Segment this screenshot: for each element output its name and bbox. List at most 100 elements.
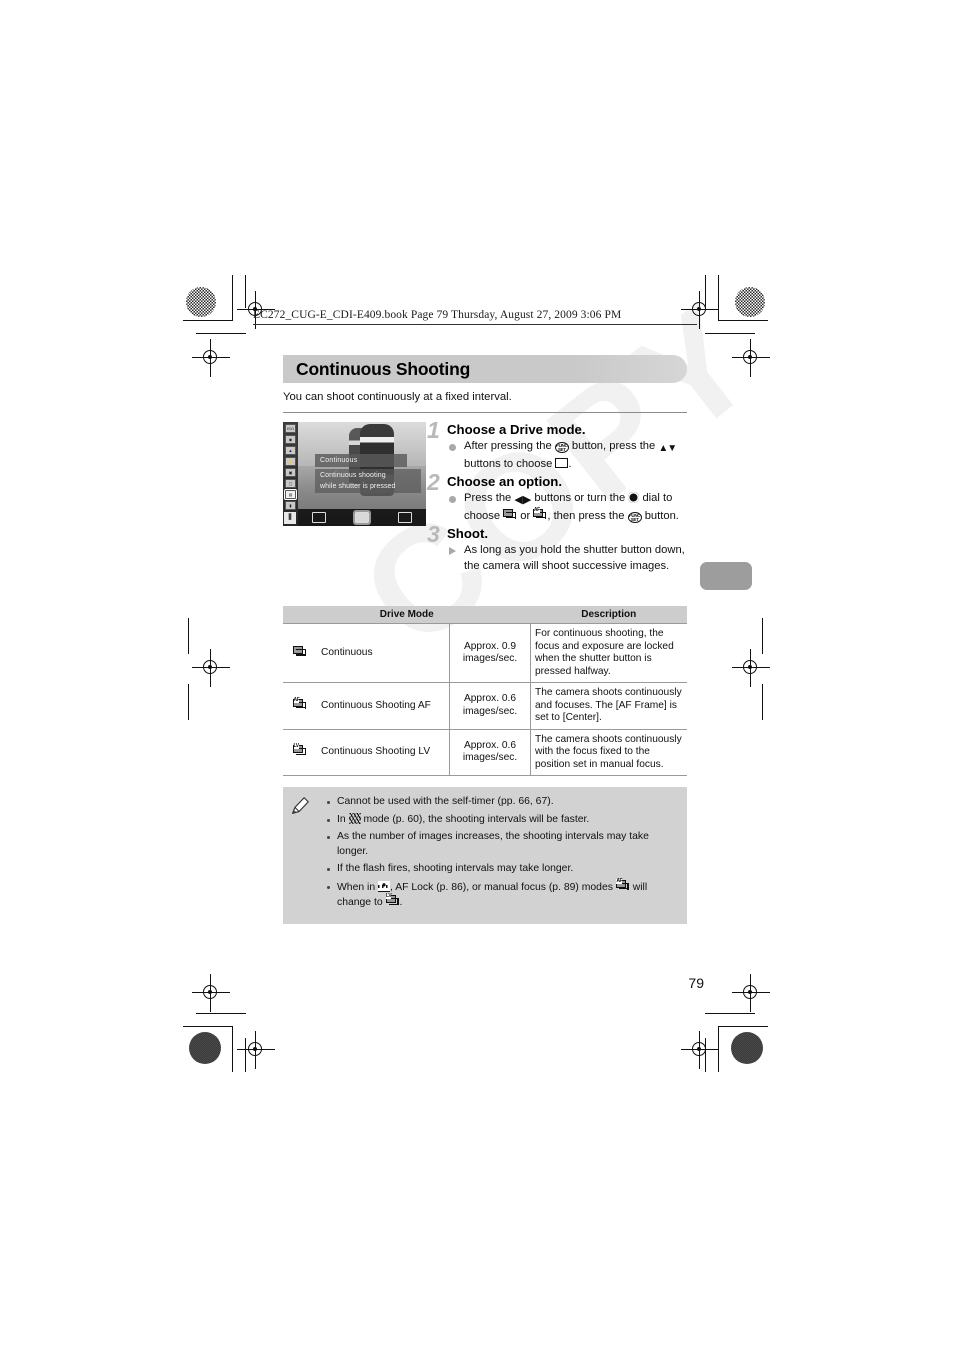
drive-mode-frame-icon bbox=[555, 457, 569, 468]
kids-and-pets-mode-icon bbox=[348, 812, 361, 824]
note-item: Cannot be used with the self-timer (pp. … bbox=[327, 795, 677, 810]
row-icon-cell bbox=[283, 623, 317, 683]
table-row: LV Continuous Shooting LV Approx. 0.6 im… bbox=[283, 729, 687, 776]
step-2-text-d: or bbox=[520, 509, 531, 522]
row-rate-line1: Approx. 0.6 bbox=[463, 739, 517, 751]
bullet-dot-icon bbox=[327, 801, 330, 804]
row-rate: Approx. 0.6 images/sec. bbox=[449, 729, 531, 776]
note-2-text-a: In bbox=[337, 813, 346, 825]
crop-mark bbox=[718, 1026, 720, 1072]
step-3-number: 3 bbox=[427, 521, 440, 547]
table-header-row: Drive Mode Description bbox=[283, 606, 687, 624]
registration-mark bbox=[732, 339, 770, 377]
row-icon-cell: AF bbox=[283, 682, 317, 730]
crop-mark bbox=[232, 275, 234, 321]
screen-option-title: Continuous bbox=[315, 454, 407, 467]
step-2-text-b: buttons or turn the bbox=[534, 492, 626, 504]
continuous-icon bbox=[293, 645, 307, 658]
control-dial-icon bbox=[628, 492, 640, 503]
notes-box: Cannot be used with the self-timer (pp. … bbox=[283, 787, 687, 924]
note-1-text: Cannot be used with the self-timer (pp. … bbox=[337, 796, 554, 807]
note-item: When in , AF Lock (p. 86), or manual foc… bbox=[327, 878, 677, 911]
bullet-dot-icon bbox=[449, 495, 456, 503]
screen-func-menu-sidebar: ISO ◉ ▲ ⚡ ▣ ▢ ▤ ▮ bbox=[283, 422, 298, 526]
screen-option-description-line2: while shutter is pressed bbox=[320, 483, 396, 490]
note-5-text-d: . bbox=[399, 897, 403, 908]
registration-mark bbox=[732, 974, 770, 1012]
steps-section: ISO ◉ ▲ ⚡ ▣ ▢ ▤ ▮ Continuous Continuous … bbox=[283, 419, 687, 600]
crop-mark bbox=[188, 684, 190, 720]
note-item: In mode (p. 60), the shooting intervals … bbox=[327, 812, 677, 828]
aspect-ratio-icon: ▢ bbox=[285, 479, 296, 488]
registration-mark bbox=[681, 1031, 719, 1069]
pencil-icon bbox=[292, 797, 309, 814]
screen-option-description-line1: Continuous shooting bbox=[320, 472, 386, 479]
continuous-af-option-icon bbox=[397, 512, 412, 523]
continuous-lv-icon: LV bbox=[293, 744, 307, 757]
bullet-dot-icon bbox=[327, 885, 330, 889]
halftone-dot-top-left bbox=[186, 287, 216, 317]
continuous-option-icon bbox=[352, 510, 371, 525]
single-shot-option-icon bbox=[312, 512, 327, 523]
step-2-text-e: , then press the bbox=[547, 509, 625, 522]
bullet-dot-icon bbox=[327, 868, 330, 871]
drive-mode-table: Drive Mode Description Continuous Approx… bbox=[283, 606, 687, 776]
section-title-bar: Continuous Shooting bbox=[283, 355, 687, 383]
step-3-text-a: As long as you hold the shutter button d… bbox=[464, 544, 685, 572]
step-2: 2 Choose an option. Press the ◀▶ buttons… bbox=[427, 471, 687, 524]
step-1-heading: Choose a Drive mode. bbox=[447, 422, 586, 437]
step-1-text-a: After pressing the bbox=[464, 440, 552, 452]
bullet-dot-icon bbox=[327, 836, 330, 839]
bullet-dot-icon bbox=[449, 443, 456, 451]
crop-mark bbox=[183, 1026, 233, 1028]
step-1: 1 Choose a Drive mode. After pressing th… bbox=[427, 419, 687, 472]
registration-mark bbox=[192, 649, 230, 687]
row-name: Continuous Shooting LV bbox=[317, 729, 450, 776]
step-3-heading: Shoot. bbox=[447, 526, 489, 541]
row-rate-line1: Approx. 0.6 bbox=[463, 693, 517, 705]
row-rate: Approx. 0.9 images/sec. bbox=[449, 623, 531, 683]
step-3-bullet: As long as you hold the shutter button d… bbox=[447, 543, 687, 574]
crop-mark bbox=[705, 1013, 755, 1015]
crop-mark bbox=[232, 1026, 234, 1072]
crop-mark bbox=[196, 333, 246, 335]
halftone-dot-bottom-right bbox=[731, 1032, 763, 1064]
row-rate-line2: images/sec. bbox=[462, 653, 518, 664]
note-3-text: As the number of images increases, the s… bbox=[337, 831, 649, 857]
row-rate-line2: images/sec. bbox=[462, 705, 518, 717]
step-2-bullet: Press the ◀▶ buttons or turn the dial to… bbox=[447, 491, 687, 524]
flash-icon: ⚡ bbox=[285, 457, 296, 466]
continuous-af-icon: AF bbox=[293, 697, 307, 711]
column-header-drive-mode: Drive Mode bbox=[283, 606, 531, 624]
my-colors-icon: ▲ bbox=[285, 446, 296, 455]
step-1-text-d: . bbox=[568, 457, 572, 470]
row-description: The camera shoots continuously and focus… bbox=[530, 682, 687, 730]
step-2-number: 2 bbox=[427, 469, 440, 495]
step-1-number: 1 bbox=[427, 417, 440, 443]
row-icon-cell: LV bbox=[283, 729, 317, 776]
bullet-dot-icon bbox=[327, 818, 330, 822]
registration-mark bbox=[237, 1031, 275, 1069]
continuous-lv-icon: LV bbox=[385, 894, 400, 907]
row-name: Continuous bbox=[317, 623, 450, 683]
step-2-text-a: Press the bbox=[464, 492, 512, 504]
drive-mode-icon-selected: ▤ bbox=[284, 489, 297, 500]
screen-drive-mode-bar bbox=[298, 509, 426, 526]
crop-mark bbox=[245, 1038, 247, 1072]
table-row: AF Continuous Shooting AF Approx. 0.6 im… bbox=[283, 682, 687, 730]
camera-screen-illustration: ISO ◉ ▲ ⚡ ▣ ▢ ▤ ▮ Continuous Continuous … bbox=[283, 422, 426, 526]
continuous-icon bbox=[503, 508, 517, 521]
note-item: As the number of images increases, the s… bbox=[327, 830, 677, 859]
halftone-dot-bottom-left bbox=[189, 1032, 221, 1064]
continuous-af-icon: AF bbox=[615, 878, 630, 892]
continuous-af-icon: AF bbox=[533, 507, 547, 521]
table-row: Continuous Approx. 0.9 images/sec. For c… bbox=[283, 623, 687, 683]
step-1-bullet: After pressing the FUNC SET button, press… bbox=[447, 439, 687, 472]
func-set-button-icon: FUNC SET bbox=[627, 511, 642, 523]
column-header-description: Description bbox=[530, 606, 687, 624]
note-5-text-b: , AF Lock (p. 86), or manual focus (p. 8… bbox=[390, 881, 613, 893]
metering-icon: ▣ bbox=[285, 468, 296, 477]
page-content: Continuous Shooting You can shoot contin… bbox=[283, 355, 687, 924]
bullet-triangle-icon bbox=[449, 546, 456, 555]
func-set-button-icon: FUNC SET bbox=[554, 442, 569, 453]
